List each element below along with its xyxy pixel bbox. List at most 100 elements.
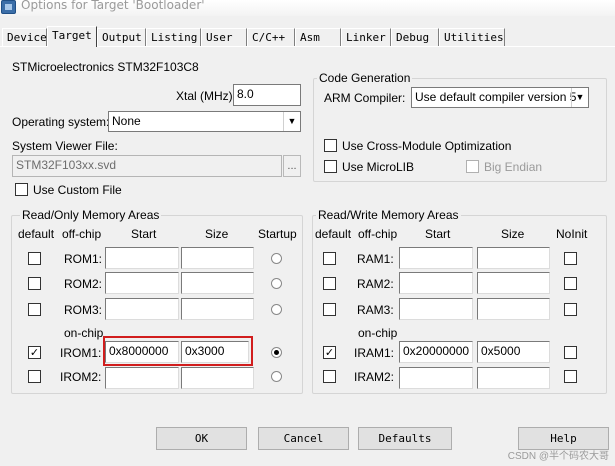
- tab-listing[interactable]: Listing: [146, 28, 201, 46]
- chevron-down-icon[interactable]: ▼: [283, 112, 300, 131]
- ram-header-start: Start: [425, 227, 451, 241]
- irom2-default-checkbox[interactable]: [28, 370, 41, 383]
- device-name: STMicroelectronics STM32F103C8: [12, 60, 199, 74]
- tab-asm[interactable]: Asm: [295, 28, 341, 46]
- code-generation-title: Code Generation: [317, 71, 413, 85]
- defaults-button[interactable]: Defaults: [358, 427, 452, 450]
- cross-module-checkbox[interactable]: [324, 139, 337, 152]
- tab-c-cpp[interactable]: C/C++: [247, 28, 295, 46]
- iram2-size-input[interactable]: [477, 367, 550, 389]
- rom-title: Read/Only Memory Areas: [20, 208, 162, 222]
- os-select-value: None: [112, 114, 141, 128]
- rom3-label: ROM3:: [64, 303, 103, 317]
- irom2-startup-radio[interactable]: [271, 371, 282, 382]
- rom-header-offchip: off-chip: [62, 227, 102, 241]
- ram-header-offchip: off-chip: [358, 227, 398, 241]
- iram1-start-input[interactable]: 0x20000000: [399, 341, 473, 363]
- tab-linker[interactable]: Linker: [341, 28, 391, 46]
- rom-header-size: Size: [205, 227, 229, 241]
- tab-target[interactable]: Target: [47, 26, 97, 47]
- iram1-label: IRAM1:: [354, 346, 395, 360]
- big-endian-checkbox[interactable]: [466, 160, 479, 173]
- irom2-label: IROM2:: [60, 370, 102, 384]
- ram-header-noinit: NoInit: [556, 227, 588, 241]
- irom1-highlight-box: [103, 336, 253, 366]
- ram-header-size: Size: [501, 227, 525, 241]
- big-endian-label: Big Endian: [484, 160, 543, 174]
- irom2-size-input[interactable]: [181, 367, 254, 389]
- rom2-size-input[interactable]: [181, 272, 254, 294]
- ok-button[interactable]: OK: [156, 427, 247, 450]
- tab-debug[interactable]: Debug: [391, 28, 439, 46]
- ram1-label: RAM1:: [357, 252, 394, 266]
- rom1-label: ROM1:: [64, 252, 103, 266]
- ram2-start-input[interactable]: [399, 272, 473, 294]
- ram1-size-input[interactable]: [477, 247, 550, 269]
- tab-utilities[interactable]: Utilities: [439, 28, 505, 46]
- tab-output[interactable]: Output: [97, 28, 146, 46]
- rom1-size-input[interactable]: [181, 247, 254, 269]
- iram1-size-input[interactable]: 0x5000: [477, 341, 550, 363]
- os-select[interactable]: None ▼: [108, 111, 301, 132]
- rom1-start-input[interactable]: [105, 247, 179, 269]
- browse-button[interactable]: ...: [283, 155, 301, 177]
- iram2-default-checkbox[interactable]: [323, 370, 336, 383]
- rom-onchip-label: on-chip: [64, 326, 104, 340]
- chevron-down-icon[interactable]: ▼: [571, 88, 588, 107]
- app-icon: [1, 0, 16, 14]
- rom3-default-checkbox[interactable]: [28, 303, 41, 316]
- rom2-start-input[interactable]: [105, 272, 179, 294]
- tab-user[interactable]: User: [201, 28, 247, 46]
- iram2-start-input[interactable]: [399, 367, 473, 389]
- title-bar: Options for Target 'Bootloader': [0, 0, 615, 16]
- microlib-label: Use MicroLIB: [342, 160, 415, 174]
- irom2-start-input[interactable]: [105, 367, 179, 389]
- iram2-label: IRAM2:: [354, 370, 395, 384]
- rom1-default-checkbox[interactable]: [28, 252, 41, 265]
- rom2-label: ROM2:: [64, 277, 103, 291]
- arm-compiler-label: ARM Compiler:: [324, 91, 406, 105]
- arm-compiler-select[interactable]: Use default compiler version 5 ▼: [411, 87, 589, 108]
- xtal-label: Xtal (MHz):: [176, 89, 236, 103]
- use-custom-file-label: Use Custom File: [33, 183, 122, 197]
- rom-header-default: default: [18, 227, 55, 241]
- rom3-start-input[interactable]: [105, 298, 179, 320]
- ram3-size-input[interactable]: [477, 298, 550, 320]
- rom-header-start: Start: [131, 227, 157, 241]
- rom3-startup-radio[interactable]: [271, 304, 282, 315]
- rom2-default-checkbox[interactable]: [28, 277, 41, 290]
- rom1-startup-radio[interactable]: [271, 253, 282, 264]
- cross-module-label: Use Cross-Module Optimization: [342, 139, 512, 153]
- rom3-size-input[interactable]: [181, 298, 254, 320]
- viewer-label: System Viewer File:: [12, 139, 118, 153]
- iram2-noinit-checkbox[interactable]: [564, 370, 577, 383]
- os-label: Operating system:: [12, 115, 110, 129]
- ram2-label: RAM2:: [357, 277, 394, 291]
- irom1-startup-radio[interactable]: [271, 347, 282, 358]
- tab-device[interactable]: Device: [2, 28, 47, 46]
- iram1-default-checkbox[interactable]: ✓: [323, 346, 336, 359]
- rom2-startup-radio[interactable]: [271, 278, 282, 289]
- ram2-noinit-checkbox[interactable]: [564, 277, 577, 290]
- ram1-noinit-checkbox[interactable]: [564, 252, 577, 265]
- cancel-button[interactable]: Cancel: [258, 427, 349, 450]
- xtal-input[interactable]: 8.0: [233, 84, 301, 106]
- ram3-start-input[interactable]: [399, 298, 473, 320]
- viewer-file-input[interactable]: STM32F103xx.svd: [12, 155, 282, 177]
- watermark: CSDN @半个码农大哥: [507, 451, 609, 462]
- ram3-noinit-checkbox[interactable]: [564, 303, 577, 316]
- use-custom-file-checkbox[interactable]: [15, 183, 28, 196]
- window-title: Options for Target 'Bootloader': [21, 0, 205, 12]
- ram1-start-input[interactable]: [399, 247, 473, 269]
- ram2-default-checkbox[interactable]: [323, 277, 336, 290]
- ram2-size-input[interactable]: [477, 272, 550, 294]
- microlib-checkbox[interactable]: [324, 160, 337, 173]
- irom1-default-checkbox[interactable]: ✓: [28, 346, 41, 359]
- arm-compiler-value: Use default compiler version 5: [415, 90, 577, 104]
- ram-onchip-label: on-chip: [358, 326, 398, 340]
- iram1-noinit-checkbox[interactable]: [564, 346, 577, 359]
- ram3-label: RAM3:: [357, 303, 394, 317]
- ram1-default-checkbox[interactable]: [323, 252, 336, 265]
- ram3-default-checkbox[interactable]: [323, 303, 336, 316]
- rom-header-startup: Startup: [258, 227, 297, 241]
